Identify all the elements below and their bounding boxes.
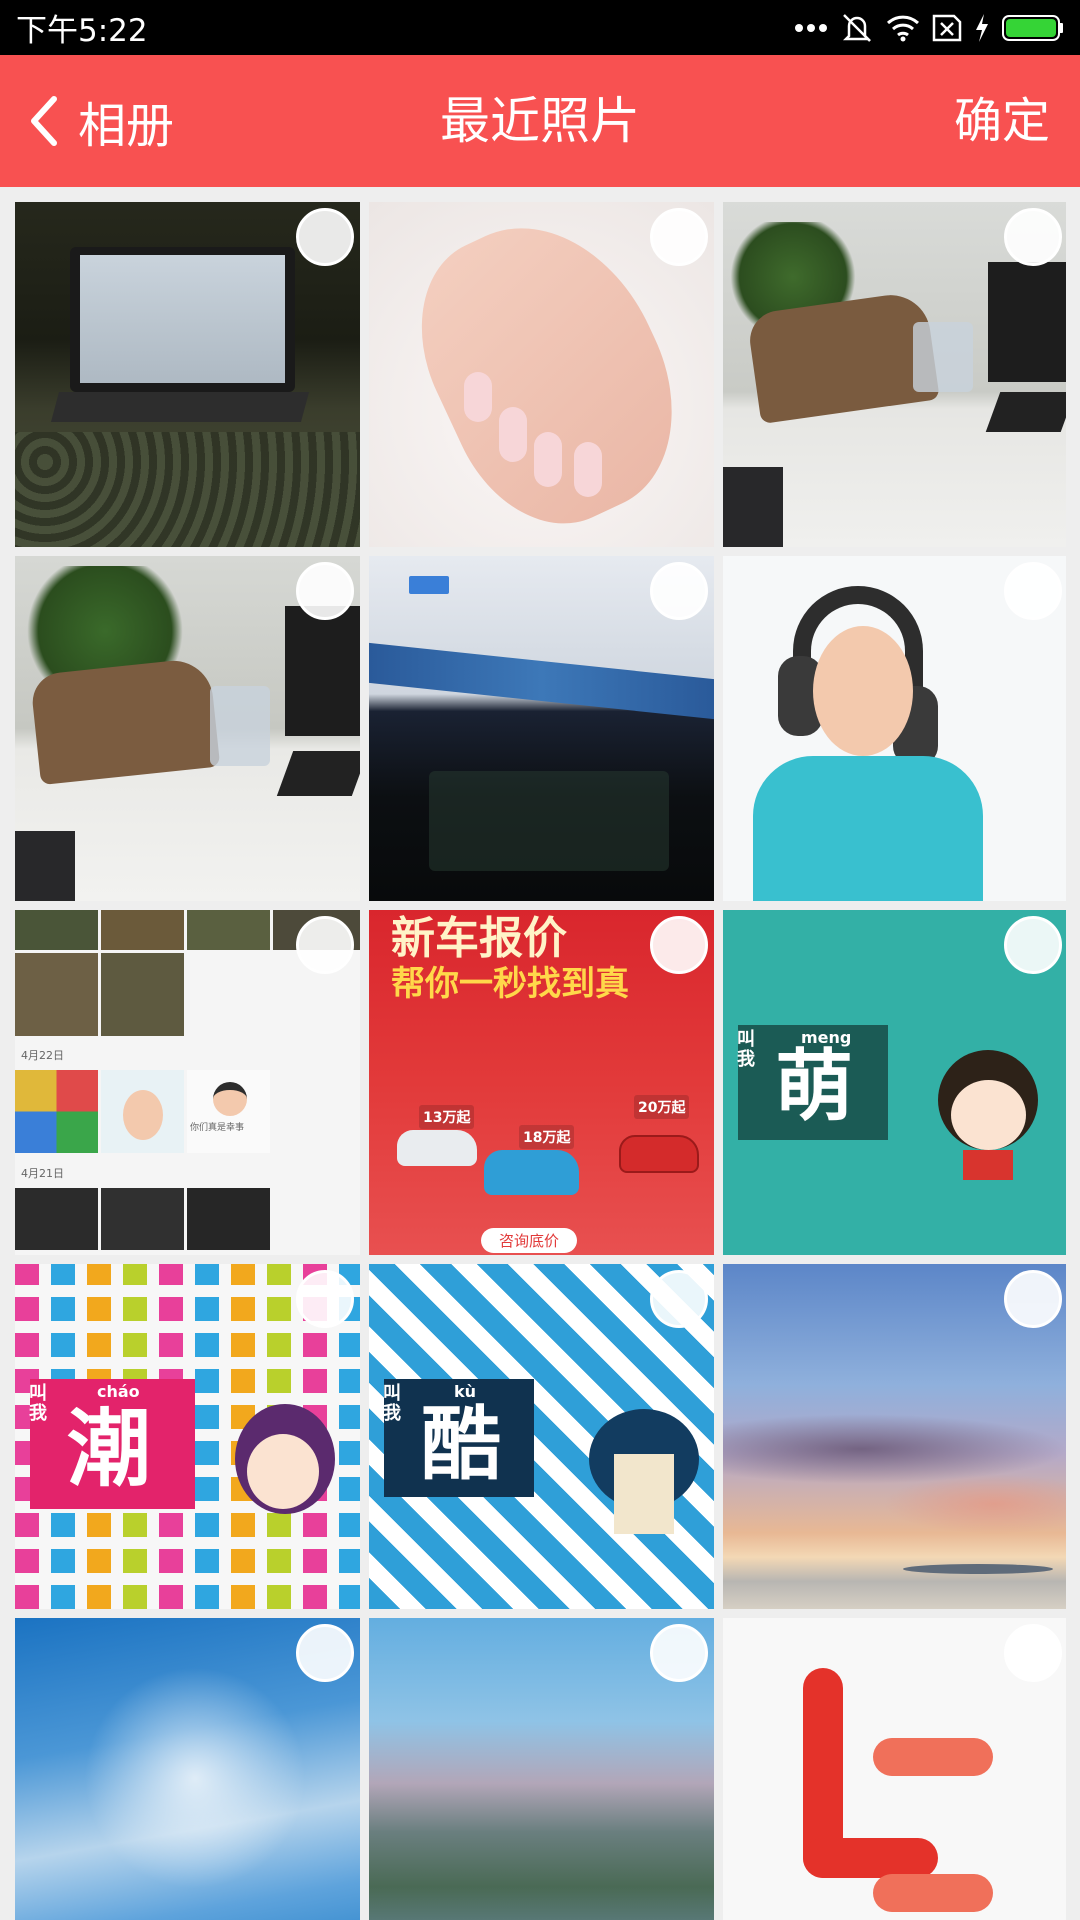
photo-tile-meng-cartoon[interactable]: 叫我 meng 萌 bbox=[723, 910, 1066, 1255]
charging-bolt-icon bbox=[976, 13, 988, 42]
select-circle[interactable] bbox=[650, 208, 708, 266]
more-dots-icon bbox=[795, 23, 827, 32]
photo-tile-chao-cartoon[interactable]: 叫我 cháo 潮 bbox=[15, 1264, 360, 1609]
car-price-3: 20万起 bbox=[634, 1095, 690, 1119]
photo-tile-blurred-landscape[interactable] bbox=[369, 1618, 714, 1920]
sticker-text: 你们真是幸事 bbox=[190, 1123, 245, 1133]
photo-tile-ku-cartoon[interactable]: 叫我 kù 酷 bbox=[369, 1264, 714, 1609]
select-circle[interactable] bbox=[296, 1624, 354, 1682]
car-ad-subline: 帮你一秒找到真 bbox=[391, 964, 629, 1004]
confirm-button[interactable]: 确定 bbox=[954, 55, 1050, 187]
photo-tile-monitor[interactable] bbox=[369, 556, 714, 901]
photo-tile-sunset-sky[interactable] bbox=[723, 1264, 1066, 1609]
select-circle[interactable] bbox=[1004, 1270, 1062, 1328]
battery-icon bbox=[1002, 14, 1063, 41]
photo-tile-nails[interactable] bbox=[369, 202, 714, 547]
select-circle[interactable] bbox=[296, 208, 354, 266]
ku-jiao-wo: 叫我 bbox=[383, 1383, 401, 1424]
select-circle[interactable] bbox=[650, 916, 708, 974]
car-price-1: 13万起 bbox=[419, 1105, 475, 1129]
status-icons bbox=[794, 12, 1064, 44]
album-date-2: 4月21日 bbox=[21, 1167, 64, 1180]
back-button[interactable]: 相册 bbox=[26, 55, 174, 187]
back-arrow-icon bbox=[31, 96, 57, 146]
photo-tile-laptop[interactable] bbox=[15, 202, 360, 547]
photo-tile-baby-headphones[interactable] bbox=[723, 556, 1066, 901]
back-label: 相册 bbox=[78, 98, 175, 154]
status-time: 下午5:22 bbox=[16, 13, 148, 49]
select-circle[interactable] bbox=[296, 1270, 354, 1328]
select-circle[interactable] bbox=[296, 916, 354, 974]
select-circle[interactable] bbox=[1004, 1624, 1062, 1682]
album-date-1: 4月22日 bbox=[21, 1049, 64, 1062]
no-sim-icon bbox=[932, 14, 962, 41]
ku-hanzi: 酷 bbox=[421, 1398, 501, 1491]
photo-tile-letv-logo[interactable] bbox=[723, 1618, 1066, 1920]
mute-icon bbox=[842, 13, 872, 42]
meng-jiao-wo: 叫我 bbox=[737, 1029, 755, 1070]
app-bar: 相册 最近照片 确定 bbox=[0, 55, 1080, 187]
car-ad-button: 咨询底价 bbox=[481, 1228, 578, 1253]
select-circle[interactable] bbox=[650, 1270, 708, 1328]
photo-tile-cloudy-sky[interactable] bbox=[15, 1618, 360, 1920]
select-circle[interactable] bbox=[1004, 562, 1062, 620]
meng-hanzi: 萌 bbox=[775, 1042, 854, 1132]
wifi-icon bbox=[886, 15, 920, 41]
select-circle[interactable] bbox=[650, 1624, 708, 1682]
select-circle[interactable] bbox=[296, 562, 354, 620]
car-price-2: 18万起 bbox=[519, 1125, 575, 1149]
photo-tile-car-ad[interactable]: 新车报价 帮你一秒找到真 13万起 18万起 20万起 咨询底价 bbox=[369, 910, 714, 1255]
select-circle[interactable] bbox=[1004, 916, 1062, 974]
select-circle[interactable] bbox=[650, 562, 708, 620]
chao-hanzi: 潮 bbox=[67, 1400, 152, 1498]
photo-tile-album-screenshot[interactable]: 4月22日 你们真是幸事 4月21日 bbox=[15, 910, 360, 1255]
photo-tile-desk-bag-1[interactable] bbox=[723, 202, 1066, 547]
chao-jiao-wo: 叫我 bbox=[29, 1383, 47, 1424]
select-circle[interactable] bbox=[1004, 208, 1062, 266]
photo-grid: 4月22日 你们真是幸事 4月21日 新车报价 帮你一秒找到真 13万起 18万… bbox=[15, 202, 1066, 1920]
status-bar: 下午5:22 bbox=[0, 0, 1080, 55]
photo-tile-desk-bag-2[interactable] bbox=[15, 556, 360, 901]
